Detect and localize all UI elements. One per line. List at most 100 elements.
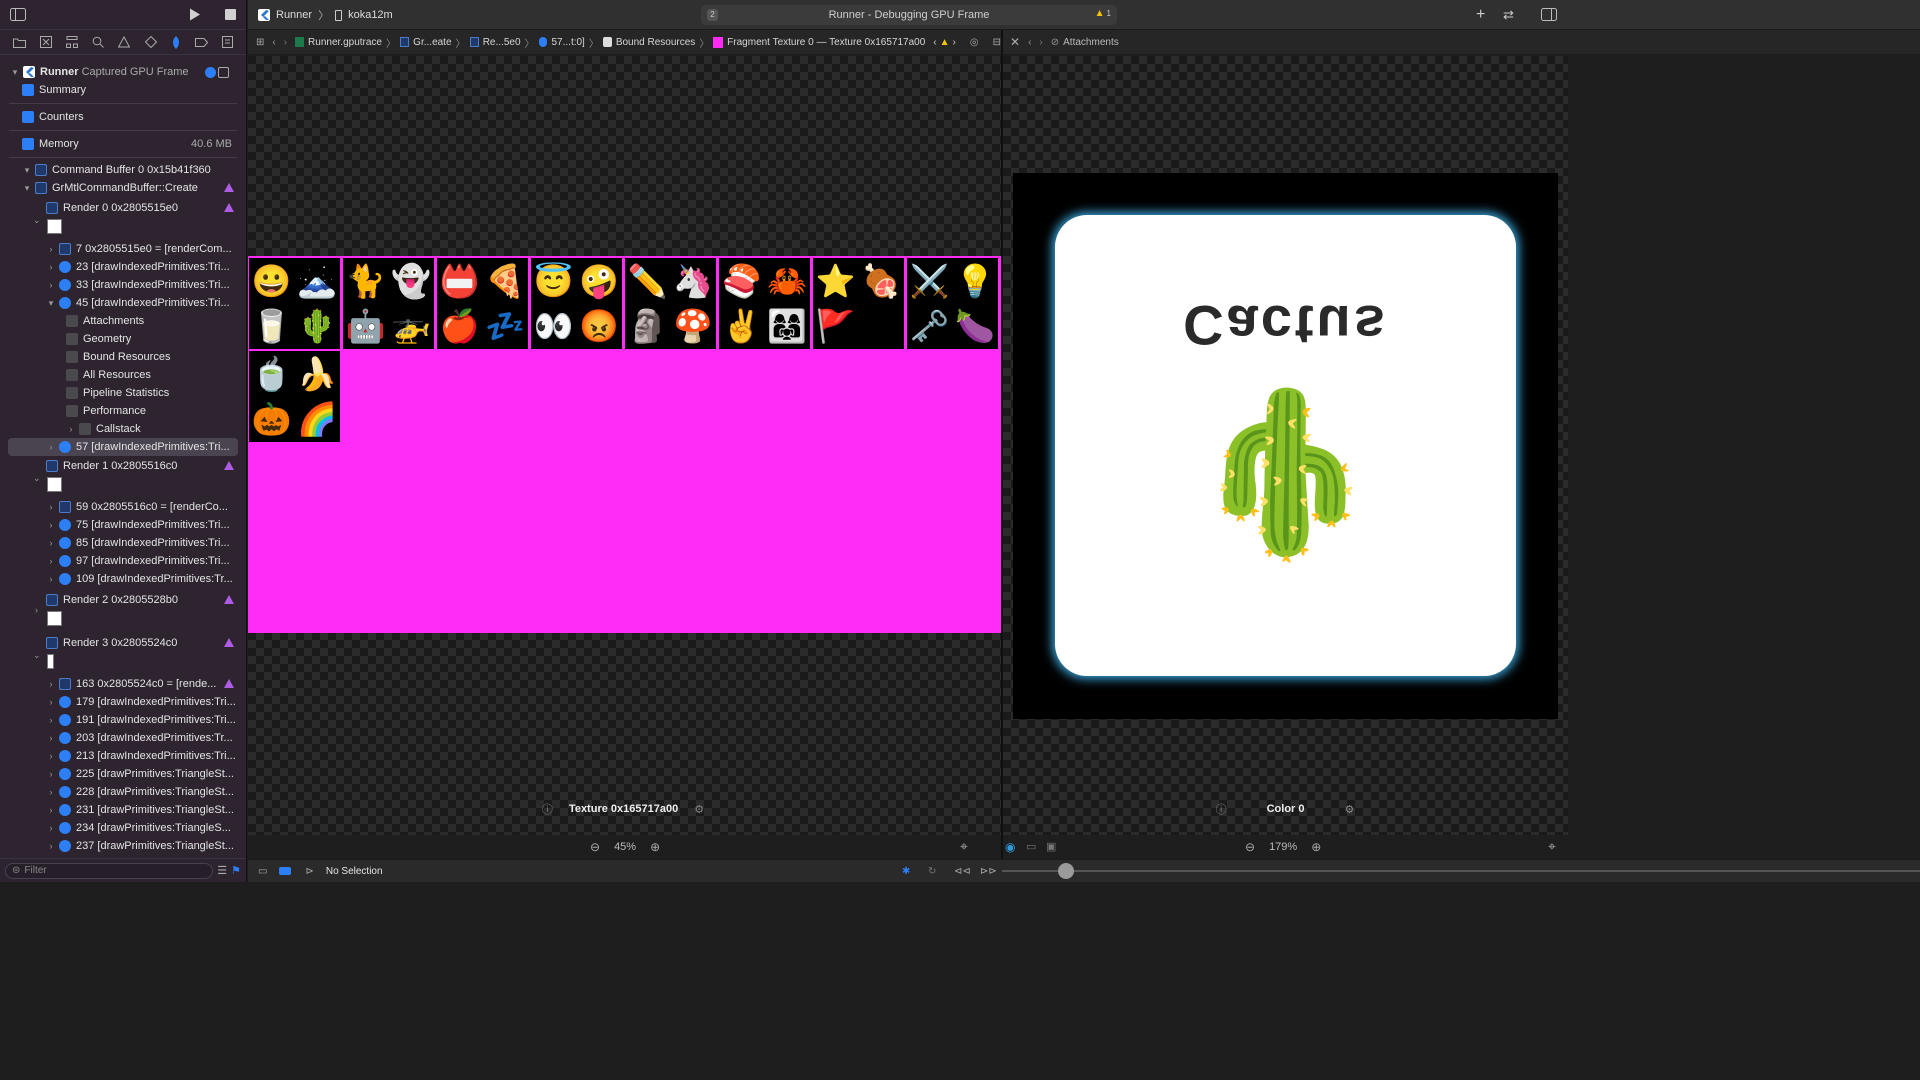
chevron-right-icon[interactable]: › bbox=[953, 37, 956, 48]
sidebar-toggle-icon[interactable] bbox=[10, 8, 26, 21]
assistant-title[interactable]: Attachments bbox=[1063, 37, 1119, 48]
render3-item[interactable]: Render 3 0x2805524c0 bbox=[46, 634, 246, 652]
render2-item[interactable]: Render 2 0x2805528b0 bbox=[46, 591, 246, 609]
close-icon[interactable]: ✕ bbox=[1010, 35, 1020, 49]
back-icon[interactable]: ‹ bbox=[272, 37, 275, 48]
settings-icon[interactable]: ⚙ bbox=[1345, 803, 1355, 816]
reload-icon[interactable]: ↻ bbox=[928, 866, 936, 877]
chevron-down-icon[interactable]: ▾ bbox=[22, 183, 32, 193]
render3-thumbnail[interactable] bbox=[47, 654, 54, 669]
zoom-in-icon[interactable]: ⊕ bbox=[650, 840, 660, 854]
chevron-right-icon[interactable]: › bbox=[66, 424, 76, 434]
activity-view[interactable]: 2 Runner - Debugging GPU Frame ▲ 1 bbox=[701, 5, 1117, 25]
step-forward-icon[interactable]: ⊳⊳ bbox=[980, 866, 997, 877]
render0-cmd-3[interactable]: ▾ 45 [drawIndexedPrimitives:Tri... bbox=[46, 294, 246, 312]
stop-icon[interactable] bbox=[225, 9, 236, 20]
chevron-down-icon[interactable]: ⌄ bbox=[33, 215, 41, 226]
zoom-out-icon[interactable]: ⊖ bbox=[1245, 840, 1255, 854]
render1-cmd-0[interactable]: › 59 0x2805516c0 = [renderCo... bbox=[46, 498, 246, 516]
render3-cmd-6[interactable]: › 228 [drawPrimitives:TriangleSt... bbox=[46, 783, 246, 801]
chevron-right-icon[interactable]: › bbox=[46, 751, 56, 761]
resource-item-2[interactable]: Bound Resources bbox=[66, 348, 246, 366]
zoom-out-icon[interactable]: ⊖ bbox=[590, 840, 600, 854]
render3-cmd-5[interactable]: › 225 [drawPrimitives:TriangleSt... bbox=[46, 765, 246, 783]
crumb-trace[interactable]: Runner.gputrace bbox=[308, 37, 382, 48]
chevron-left-icon[interactable]: ‹ bbox=[933, 37, 936, 48]
step-back-icon[interactable]: ⊲⊲ bbox=[954, 866, 971, 877]
step-icon[interactable]: ⊳ bbox=[305, 866, 313, 877]
crumb-create[interactable]: Gr...eate bbox=[413, 37, 451, 48]
flag-icon[interactable]: ⚑ bbox=[231, 864, 241, 877]
chevron-right-icon[interactable]: › bbox=[46, 244, 56, 254]
chevron-right-icon[interactable]: › bbox=[46, 841, 56, 851]
render3-cmd-4[interactable]: › 213 [drawIndexedPrimitives:Tri... bbox=[46, 747, 246, 765]
render1-thumbnail[interactable] bbox=[47, 477, 62, 492]
inspector-toggle-icon[interactable] bbox=[1541, 8, 1557, 21]
chevron-right-icon[interactable]: › bbox=[46, 697, 56, 707]
scheme-selector[interactable]: Runner 〉 koka12m bbox=[258, 7, 393, 23]
chevron-right-icon[interactable]: › bbox=[46, 556, 56, 566]
chevron-right-icon[interactable]: › bbox=[46, 733, 56, 743]
breakpoints-toggle-icon[interactable] bbox=[279, 867, 292, 875]
crosshair-icon[interactable]: ⌖ bbox=[960, 838, 968, 855]
chevron-right-icon[interactable]: › bbox=[46, 715, 56, 725]
crosshair-icon[interactable]: ⌖ bbox=[1548, 838, 1556, 855]
debug-navigator-icon[interactable] bbox=[171, 35, 181, 49]
info-icon[interactable]: ⓘ bbox=[542, 801, 553, 817]
chevron-right-icon[interactable]: › bbox=[46, 442, 56, 452]
render3-cmd-9[interactable]: › 237 [drawPrimitives:TriangleSt... bbox=[46, 837, 246, 855]
timeline-slider[interactable] bbox=[1002, 863, 1920, 879]
zoom-in-icon[interactable]: ⊕ bbox=[1311, 840, 1321, 854]
console-toggle-icon[interactable]: ▭ bbox=[258, 866, 267, 877]
chevron-down-icon[interactable]: ▾ bbox=[10, 67, 20, 77]
gpu-debug-icon[interactable]: ✱ bbox=[902, 866, 910, 877]
image-mode-icon[interactable]: ▭ bbox=[1026, 840, 1036, 853]
split-editor-icon[interactable]: ⊟ bbox=[993, 37, 1001, 48]
chevron-down-icon[interactable]: ⌄ bbox=[33, 473, 41, 484]
color-mode-icon[interactable]: ◉ bbox=[1005, 840, 1015, 854]
command-buffer-item[interactable]: ▾ Command Buffer 0 0x15b41f360 bbox=[22, 161, 246, 179]
info-icon[interactable]: ⓘ bbox=[1216, 801, 1227, 817]
chevron-right-icon[interactable]: › bbox=[46, 502, 56, 512]
memory-item[interactable]: Memory 40.6 MB bbox=[22, 135, 232, 153]
chevron-right-icon[interactable]: › bbox=[35, 605, 38, 615]
chevron-right-icon[interactable]: › bbox=[46, 769, 56, 779]
selected-draw-call[interactable]: › 57 [drawIndexedPrimitives:Tri... bbox=[8, 438, 238, 456]
create-item[interactable]: ▾ GrMtlCommandBuffer::Create bbox=[22, 179, 246, 197]
grid-icon[interactable]: ⊞ bbox=[256, 37, 264, 48]
forward-icon[interactable]: › bbox=[284, 37, 287, 48]
swap-arrows-icon[interactable]: ⇄ bbox=[1503, 7, 1514, 23]
back-icon[interactable]: ‹ bbox=[1028, 37, 1031, 48]
resource-item-0[interactable]: Attachments bbox=[66, 312, 246, 330]
render2-thumbnail[interactable] bbox=[47, 611, 62, 626]
chevron-right-icon[interactable]: › bbox=[46, 787, 56, 797]
chevron-right-icon[interactable]: › bbox=[46, 280, 56, 290]
settings-icon[interactable]: ⚙ bbox=[694, 803, 704, 816]
chevron-right-icon[interactable]: › bbox=[46, 805, 56, 815]
chevron-right-icon[interactable]: › bbox=[46, 520, 56, 530]
summary-item[interactable]: Summary bbox=[22, 81, 246, 99]
render3-cmd-8[interactable]: › 234 [drawPrimitives:TriangleS... bbox=[46, 819, 246, 837]
hierarchy-icon[interactable] bbox=[66, 36, 79, 48]
crumb-texture[interactable]: Fragment Texture 0 — Texture 0x165717a00 bbox=[727, 37, 925, 48]
issue-indicator[interactable]: ▲ 1 bbox=[1095, 8, 1111, 19]
source-control-icon[interactable] bbox=[40, 36, 53, 48]
chevron-down-icon[interactable]: ▾ bbox=[22, 165, 32, 175]
render3-cmd-3[interactable]: › 203 [drawIndexedPrimitives:Tr... bbox=[46, 729, 246, 747]
attachment-viewer[interactable]: Cactus 🌵 ⓘ Color 0 ⚙ bbox=[1003, 56, 1568, 835]
resource-item-3[interactable]: All Resources bbox=[66, 366, 246, 384]
chevron-right-icon[interactable]: › bbox=[46, 538, 56, 548]
render0-cmd-1[interactable]: › 23 [drawIndexedPrimitives:Tri... bbox=[46, 258, 246, 276]
render1-cmd-3[interactable]: › 97 [drawIndexedPrimitives:Tri... bbox=[46, 552, 246, 570]
add-icon[interactable]: + bbox=[1476, 6, 1485, 24]
list-icon[interactable]: ☰ bbox=[217, 864, 227, 877]
resource-item-5[interactable]: Performance bbox=[66, 402, 246, 420]
render1-cmd-2[interactable]: › 85 [drawIndexedPrimitives:Tri... bbox=[46, 534, 246, 552]
render1-cmd-1[interactable]: › 75 [drawIndexedPrimitives:Tri... bbox=[46, 516, 246, 534]
tree-root[interactable]: ▾ Runner Captured GPU Frame bbox=[10, 63, 246, 81]
warning-icon[interactable]: ▲ bbox=[940, 37, 950, 48]
resource-item-4[interactable]: Pipeline Statistics bbox=[66, 384, 246, 402]
render0-item[interactable]: Render 0 0x2805515e0 bbox=[46, 199, 246, 217]
filter-field[interactable]: ⊜ Filter bbox=[5, 862, 214, 879]
report-icon[interactable] bbox=[221, 36, 233, 48]
